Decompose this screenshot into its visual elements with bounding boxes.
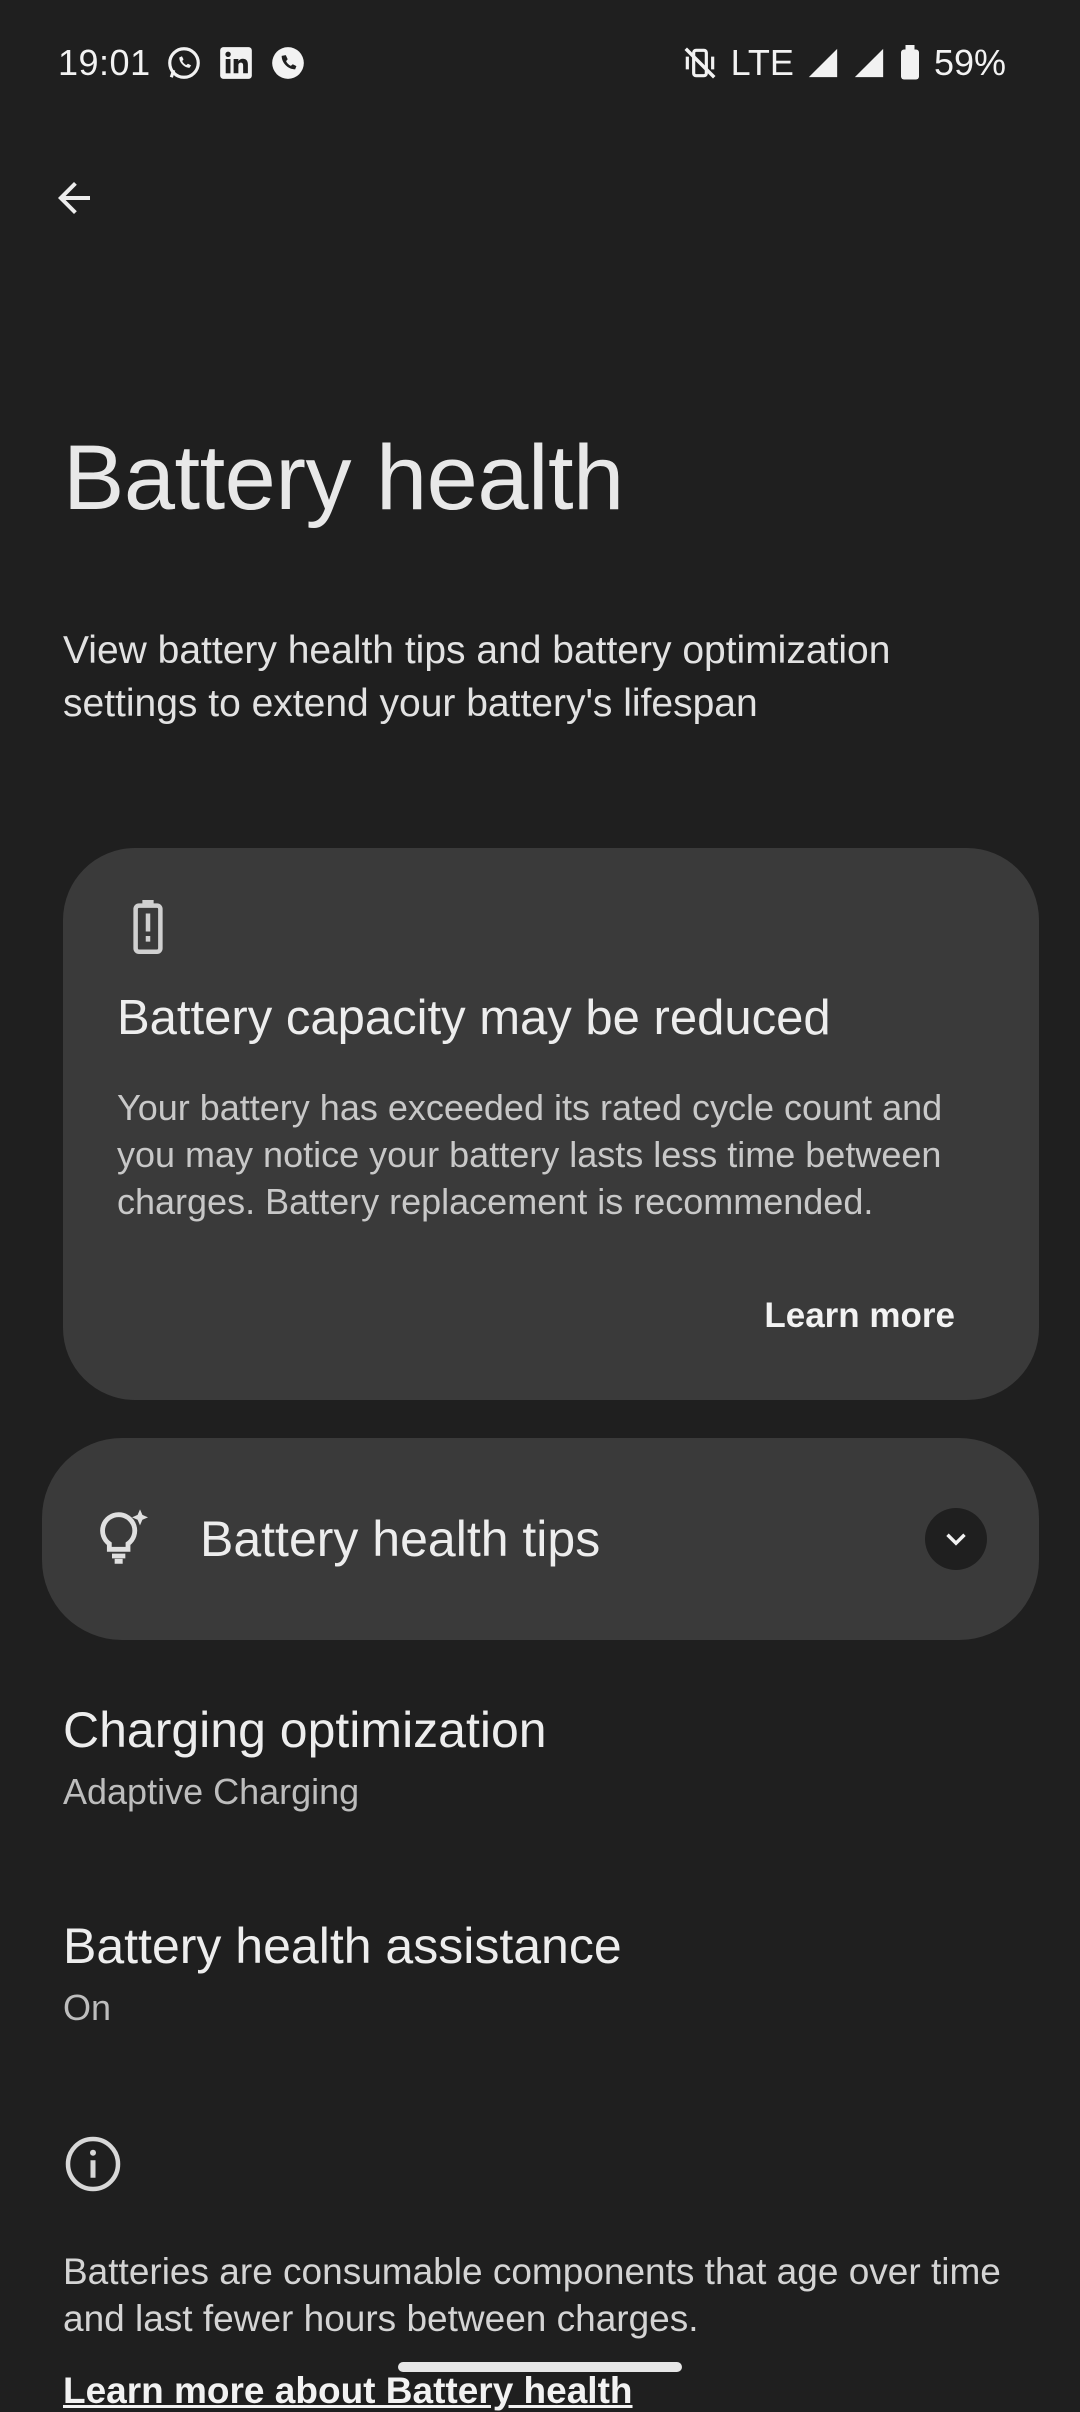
setting-summary: Adaptive Charging <box>63 1771 360 1812</box>
vibrate-off-icon <box>681 44 719 82</box>
info-icon <box>63 2134 123 2194</box>
battery-health-tips-row[interactable]: Battery health tips <box>42 1438 1039 1640</box>
warning-body: Your battery has exceeded its rated cycl… <box>117 1087 943 1222</box>
page-description: View battery health tips and battery opt… <box>63 629 891 725</box>
footer-text: Batteries are consumable components that… <box>63 2251 1001 2339</box>
battery-icon <box>898 45 922 81</box>
page-title: Battery health <box>63 427 624 529</box>
arrow-back-icon <box>50 174 98 222</box>
battery-percent: 59% <box>933 42 1006 83</box>
learn-more-battery-health-link[interactable]: Learn more about Battery health <box>63 2370 633 2412</box>
learn-more-button[interactable]: Learn more <box>764 1296 955 1336</box>
linkedin-icon <box>217 44 255 82</box>
signal-icon <box>852 46 886 80</box>
back-button[interactable] <box>44 168 104 228</box>
navigation-handle[interactable] <box>398 2362 682 2372</box>
status-bar: 19:01 LTE 59% <box>0 0 1080 130</box>
battery-alert-icon <box>131 900 165 954</box>
status-time: 19:01 <box>58 42 151 83</box>
setting-title: Charging optimization <box>63 1702 547 1758</box>
warning-title: Battery capacity may be reduced <box>117 991 831 1045</box>
status-right: LTE 59% <box>681 42 1006 84</box>
setting-battery-health-assistance[interactable]: Battery health assistance On <box>63 1916 1023 2030</box>
chevron-down-icon <box>939 1522 973 1556</box>
status-left: 19:01 <box>58 42 307 84</box>
battery-warning-card: Battery capacity may be reduced Your bat… <box>63 848 1039 1400</box>
setting-title: Battery health assistance <box>63 1918 622 1974</box>
network-type: LTE <box>730 42 794 83</box>
expand-tips-button[interactable] <box>925 1508 987 1570</box>
setting-summary: On <box>63 1987 112 2028</box>
phone-app-icon <box>269 44 307 82</box>
battery-health-tips-label: Battery health tips <box>200 1511 601 1567</box>
signal-icon <box>806 46 840 80</box>
lightbulb-sparkle-icon <box>92 1504 156 1568</box>
setting-charging-optimization[interactable]: Charging optimization Adaptive Charging <box>63 1700 1023 1814</box>
whatsapp-icon <box>165 44 203 82</box>
